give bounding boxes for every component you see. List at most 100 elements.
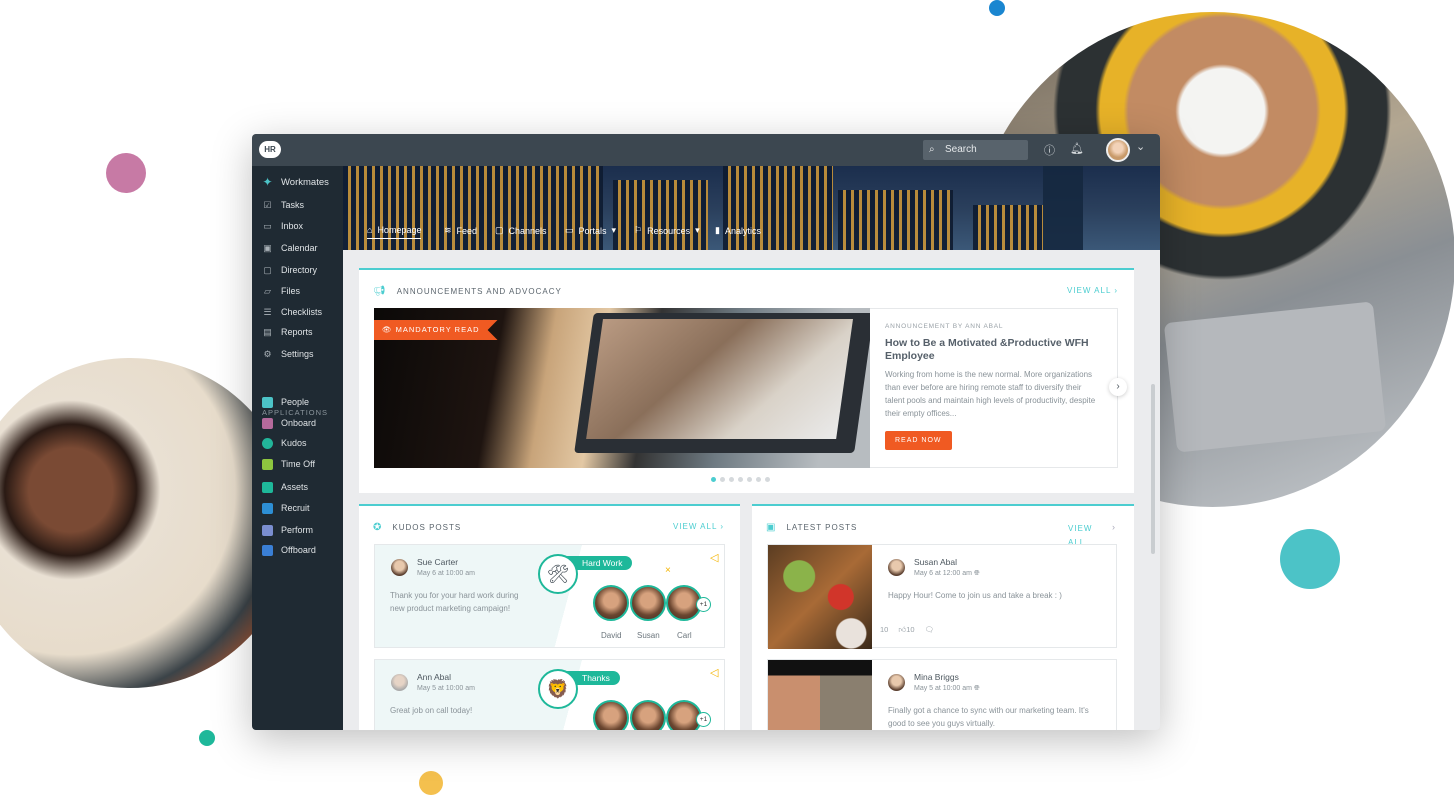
carousel-dot[interactable] [756, 477, 761, 482]
view-count: 10 [880, 625, 889, 634]
hr-logo[interactable]: HR [259, 141, 281, 158]
post-text: Great job on call today! [390, 706, 473, 715]
award-icon: ✪ [373, 522, 383, 533]
post-date: May 5 at 10:00 am 🌐︎ [914, 685, 980, 692]
caret-down-icon: ▾ [611, 225, 617, 235]
post-author: Susan Abal [914, 557, 958, 567]
sidebar-item-directory[interactable]: ▢ Directory [262, 262, 317, 278]
laptop-video-call [574, 313, 870, 453]
comment-icon[interactable]: 🗨︎ [925, 625, 935, 635]
post-text: Finally got a chance to sync with our ma… [888, 706, 1089, 728]
sidebar-app-people[interactable]: People [262, 394, 309, 410]
latest-posts-header: ▣ LATEST POSTS [766, 522, 858, 533]
gear-icon: ⚙ [263, 348, 272, 359]
sidebar-item-inbox[interactable]: ▭ Inbox [262, 218, 303, 234]
post-date: May 6 at 12:00 am 🌐︎ [914, 570, 980, 577]
carousel-dot[interactable] [738, 477, 743, 482]
kudos-post[interactable]: Sue Carter May 6 at 10:00 am Thank you f… [374, 544, 725, 648]
caret-down-icon: ▾ [695, 225, 700, 235]
globe-icon: 🌐︎ [973, 685, 980, 692]
onboard-app-icon [262, 417, 273, 429]
tab-feed[interactable]: ≋ Feed [444, 225, 477, 236]
more-recipients-badge[interactable]: +1 [696, 712, 711, 727]
announcement-headline[interactable]: How to Be a Motivated &Productive WFH Em… [885, 337, 1102, 363]
scrollbar[interactable] [1151, 384, 1155, 554]
avatar [888, 674, 905, 691]
folder-icon: ▱ [264, 285, 271, 296]
x-decoration-icon: × [665, 565, 671, 576]
sidebar: ✦ Workmates ☑ Tasks ▭ Inbox ▣ Calendar ▢ Dire… [252, 166, 343, 730]
recipient-name: David [601, 631, 622, 640]
post-author: Mina Briggs [914, 672, 959, 682]
megaphone-icon: 📢︎ [373, 286, 387, 297]
tab-analytics[interactable]: ▮ Analytics [715, 225, 761, 236]
announcement-image[interactable]: 👁 MANDATORY READ [374, 308, 870, 468]
post-date: May 5 at 10:00 am [417, 685, 475, 692]
chevron-down-icon[interactable]: ⌄ [1136, 140, 1145, 153]
sidebar-app-onboard[interactable]: Onboard [262, 415, 316, 431]
offboard-app-icon [262, 544, 273, 556]
chevron-right-icon[interactable]: › [1112, 522, 1115, 532]
user-avatar[interactable] [1106, 138, 1130, 162]
carousel-dot[interactable] [720, 477, 725, 482]
announcement-byline: ANNOUNCEMENT BY ANN ABAL [885, 323, 1004, 330]
help-icon[interactable]: ⓘ [1044, 142, 1055, 158]
sidebar-item-checklists[interactable]: ☰ Checklists [262, 304, 322, 320]
carousel-dot[interactable] [747, 477, 752, 482]
perform-app-icon [262, 524, 273, 536]
carousel-dot[interactable] [729, 477, 734, 482]
recruit-app-icon [262, 502, 273, 514]
sidebar-item-files[interactable]: ▱ Files [262, 283, 300, 299]
tools-icon: 🛠 [538, 554, 578, 594]
time-off-app-icon [262, 458, 273, 470]
tab-channels[interactable]: ▢ Channels [495, 225, 547, 236]
tv-icon: ▢ [495, 225, 504, 235]
sidebar-item-workmates[interactable]: ✦ Workmates [262, 174, 328, 190]
recipient-avatar [630, 700, 666, 730]
decorative-dot-blue [989, 0, 1005, 16]
tab-homepage[interactable]: ⌂ Homepage [367, 225, 422, 239]
window-icon: ▭ [565, 225, 574, 235]
like-button[interactable]: 👍︎10 [898, 625, 914, 635]
latest-posts-card: ▣ LATEST POSTS VIEW ALL › Susan Abal May … [752, 504, 1134, 730]
avatar [391, 559, 408, 576]
sidebar-item-reports[interactable]: ▤ Reports [262, 324, 312, 340]
sidebar-app-time-off[interactable]: Time Off [262, 456, 315, 472]
building [613, 180, 708, 250]
carousel-dot[interactable] [765, 477, 770, 482]
read-now-button[interactable]: READ NOW [885, 431, 952, 450]
decorative-dot-green [199, 730, 215, 746]
app-window: HR ⌕ Search ⓘ 🔔︎ ⌄ ✦ Workmates ☑ Tasks ▭ Inb… [252, 134, 1160, 730]
sidebar-app-kudos[interactable]: Kudos [262, 435, 307, 451]
sidebar-app-recruit[interactable]: Recruit [262, 500, 310, 516]
latest-post[interactable]: Susan Abal May 6 at 12:00 am 🌐︎ Happy Ho… [767, 544, 1117, 649]
carousel-next-button[interactable]: › [1109, 378, 1127, 396]
sidebar-app-assets[interactable]: Assets [262, 479, 308, 495]
workmates-logo-icon: ✦ [262, 174, 273, 189]
lion-icon: 🦁 [538, 669, 578, 709]
view-all-kudos[interactable]: VIEW ALL › [673, 522, 724, 531]
announcement-excerpt: Working from home is the new normal. Mor… [885, 370, 1096, 418]
decorative-dot-teal [1280, 529, 1340, 589]
recipient-avatar [593, 585, 629, 621]
view-all-announcements[interactable]: VIEW ALL › [1067, 286, 1118, 295]
post-text: Happy Hour! Come to join us and take a b… [888, 591, 1062, 600]
tab-portals[interactable]: ▭ Portals ▾ [565, 225, 616, 236]
announcements-card: 📢︎ ANNOUNCEMENTS AND ADVOCACY VIEW ALL › … [359, 268, 1134, 493]
post-author: Ann Abal [417, 672, 452, 682]
sidebar-item-calendar[interactable]: ▣ Calendar [262, 240, 317, 256]
decorative-dot-yellow [419, 771, 443, 795]
carousel-dot[interactable] [711, 477, 716, 482]
sidebar-item-settings[interactable]: ⚙ Settings [262, 346, 313, 362]
report-icon: ▤ [263, 326, 272, 337]
latest-post[interactable]: Mina Briggs May 5 at 10:00 am 🌐︎ Finally… [767, 659, 1117, 730]
tab-resources[interactable]: ⚐ Resources ▾ [634, 225, 700, 236]
kudos-app-icon [262, 437, 273, 449]
more-recipients-badge[interactable]: +1 [696, 597, 711, 612]
kudos-post[interactable]: Ann Abal May 5 at 10:00 am Great job on … [374, 659, 725, 730]
sidebar-app-perform[interactable]: Perform [262, 522, 313, 538]
sidebar-app-offboard[interactable]: Offboard [262, 542, 316, 558]
sidebar-item-tasks[interactable]: ☑ Tasks [262, 197, 304, 213]
bell-icon[interactable]: 🔔︎ [1070, 142, 1084, 155]
search-input[interactable]: ⌕ Search [923, 140, 1028, 160]
